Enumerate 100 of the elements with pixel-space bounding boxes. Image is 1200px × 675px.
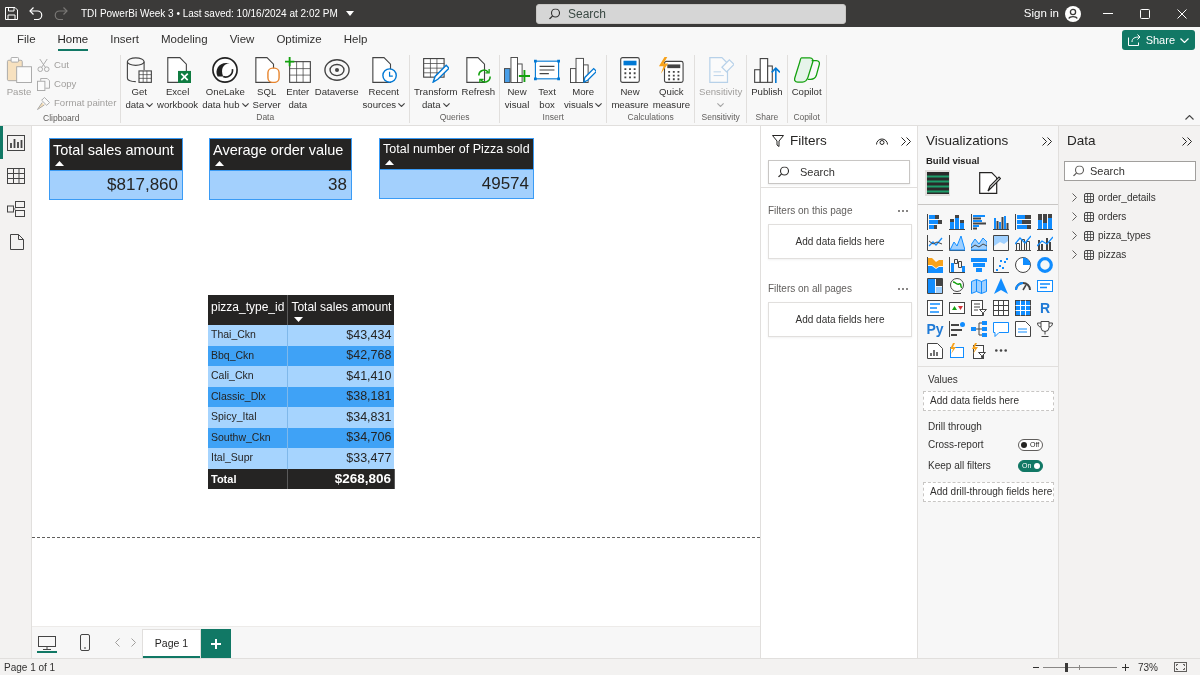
drop-zone[interactable]: Add data fields here [923,390,1054,411]
map-icon[interactable] [971,278,987,294]
format-visual-button[interactable] [977,170,1002,196]
drop-zone[interactable]: Add data fields here [768,302,912,337]
area-chart-icon[interactable] [949,235,965,252]
table-name[interactable]: order_details [1098,190,1156,205]
clustered-bar-chart-icon[interactable] [971,213,987,230]
copilot-button[interactable]: Copilot [789,55,824,99]
sort-ascending-icon[interactable] [215,161,224,166]
table-name[interactable]: pizzas [1098,247,1127,262]
close-icon[interactable] [1176,8,1187,19]
matrix-icon[interactable] [1015,299,1031,316]
caret-down-icon[interactable] [345,11,354,16]
excel-workbook-button[interactable]: Excel workbook [155,55,201,111]
script-visual-button[interactable]: Py [926,321,944,338]
chevron-right-icon[interactable] [1072,231,1077,240]
menu-tab[interactable]: View [218,27,266,52]
collapse-pane-icon[interactable] [901,136,911,146]
stacked-area-chart-icon[interactable] [971,235,987,252]
column-header[interactable]: pizza_type_id [208,295,288,325]
column-header[interactable]: Total sales amount [287,295,395,325]
text-box-button[interactable]: Text box [532,55,563,111]
menu-tab[interactable]: Home [46,27,100,52]
waterfall-chart-icon[interactable] [949,256,965,273]
full-stacked-column-chart-icon[interactable] [1037,213,1053,230]
table-name[interactable]: orders [1098,209,1127,224]
page-tab[interactable]: Page 1 [142,629,201,658]
trophy-icon[interactable] [1037,321,1053,338]
sql-server-button[interactable]: SQL Server [250,55,283,111]
table-icon[interactable] [993,299,1009,316]
menu-tab[interactable]: File [6,27,47,52]
more-options-icon[interactable] [898,287,908,290]
share-button[interactable]: Share [1121,30,1195,50]
gauge-icon[interactable] [1015,281,1031,291]
card-visual[interactable]: Total sales amount $817,860 [49,138,183,200]
sign-in-link[interactable]: Sign in [1023,4,1059,23]
lightning-card-icon[interactable] [950,343,964,359]
clustered-column-chart-icon[interactable] [993,213,1009,230]
new-visual-button[interactable]: New visual [502,55,533,111]
menu-tab[interactable]: Optimize [265,27,333,52]
speech-bubble-icon[interactable] [993,321,1009,337]
add-page-button[interactable] [201,629,231,658]
eye-icon[interactable] [876,137,888,145]
sort-ascending-icon[interactable] [55,161,64,166]
filled-area-chart-icon[interactable] [993,235,1009,252]
new-measure-button[interactable]: New measure [609,55,651,111]
kpi-icon[interactable] [949,301,965,314]
fit-to-page-icon[interactable] [1174,662,1187,672]
chevron-up-icon[interactable] [1185,115,1194,120]
chevron-right-icon[interactable] [1072,193,1077,202]
zoom-in-icon[interactable] [1122,663,1129,671]
drop-zone[interactable]: Add drill-through fields here [923,481,1054,502]
slicer-icon[interactable] [971,299,987,316]
line-chart-icon[interactable] [927,235,943,252]
add-fields-button[interactable] [925,170,950,196]
minimize-icon[interactable] [1102,13,1113,14]
search-field[interactable]: Search [536,3,846,24]
multi-row-card-icon[interactable] [927,299,943,316]
menu-tab[interactable]: Modeling [150,27,219,52]
collapse-pane-icon[interactable] [1182,136,1192,146]
chevron-right-icon[interactable] [1072,212,1077,221]
document-lines-icon[interactable] [1015,321,1031,338]
get-data-button[interactable]: Get data [123,55,156,111]
more-visuals-icon[interactable] [995,349,1007,353]
lightning-slicer-icon[interactable] [972,342,986,359]
undo-icon[interactable] [29,7,43,20]
card-visual[interactable]: Average order value 38 [209,138,352,200]
more-options-icon[interactable] [898,209,908,212]
ribbon-chart-icon[interactable] [927,256,943,273]
save-icon[interactable] [5,7,18,20]
search-field[interactable]: Search [1064,161,1196,181]
card-visual-icon[interactable] [1037,280,1053,293]
menu-tab[interactable]: Insert [99,27,150,52]
recent-sources-button[interactable]: Recent sources [360,55,408,111]
onelake-data-hub-button[interactable]: OneLake data hub [200,55,251,111]
dataverse-button[interactable]: Dataverse [312,55,361,99]
line-and-clustered-column-chart-icon[interactable] [1037,235,1053,252]
pie-chart-icon[interactable] [1015,256,1031,273]
table-name[interactable]: pizza_types [1098,228,1151,243]
key-influencers-icon[interactable] [949,321,965,338]
funnel-chart-icon[interactable] [971,257,987,272]
sort-ascending-icon[interactable] [385,160,394,165]
enter-data-button[interactable]: Enter data [282,55,313,111]
globe-icon[interactable] [949,278,965,295]
search-field[interactable]: Search [768,160,910,184]
more-visuals-button[interactable]: More visuals [562,55,605,111]
maximize-icon[interactable] [1139,8,1150,19]
treemap-icon[interactable] [927,278,943,295]
chevron-right-icon[interactable] [1072,250,1077,259]
full-stacked-bar-chart-icon[interactable] [1015,213,1031,230]
sort-descending-icon[interactable] [294,317,304,322]
decomposition-tree-icon[interactable] [971,321,987,338]
document-bar-chart-icon[interactable] [927,342,943,359]
script-visual-button[interactable]: R [1039,299,1051,316]
collapse-pane-icon[interactable] [1042,136,1052,146]
card-visual[interactable]: Total number of Pizza sold 49574 [379,138,534,199]
slider-thumb[interactable] [1064,662,1068,672]
transform-data-button[interactable]: Transform data [412,55,460,111]
user-avatar-icon[interactable] [1065,5,1081,22]
drop-zone[interactable]: Add data fields here [768,224,912,259]
